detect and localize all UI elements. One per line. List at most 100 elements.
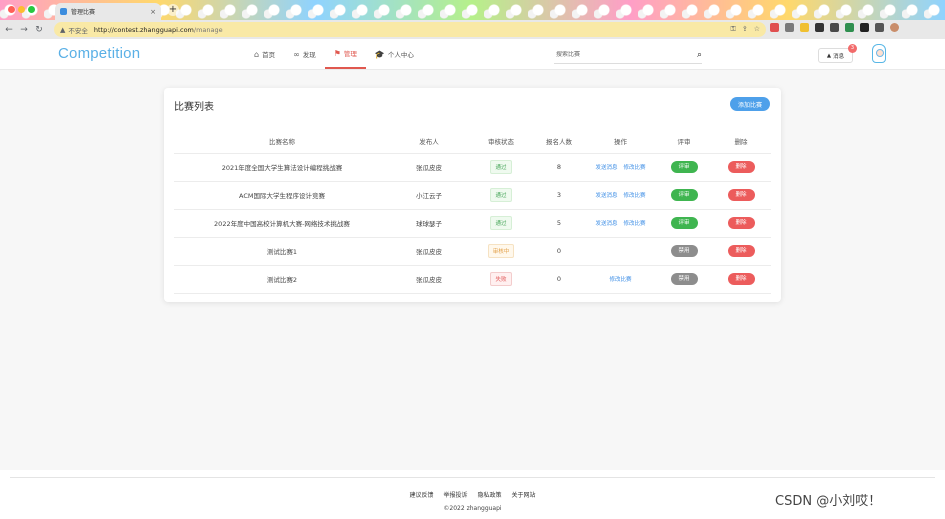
browser-tab-strip: 管理比赛 × + [0,0,945,20]
review-button[interactable]: 评审 [670,217,698,229]
delete-button[interactable]: 删除 [727,273,755,285]
competition-table: 比赛名称 发布人 审核状态 报名人数 操作 评审 删除 2021年度全国大学生算… [174,130,771,294]
status-badge: 失败 [490,272,512,286]
column-header: 评审 [657,130,711,154]
footer-link-report[interactable]: 举报投诉 [443,490,467,499]
edit-competition-link[interactable]: 修改比赛 [624,193,646,199]
nav-discover[interactable]: ∞ 发现 [284,39,325,69]
competition-name: 2021年度全国大学生算法设计编程挑战赛 [174,153,390,182]
edit-competition-link[interactable]: 修改比赛 [609,277,631,283]
user-avatar[interactable] [872,44,886,63]
footer-divider [10,477,935,478]
review-button[interactable]: 评审 [670,189,698,201]
publisher: 球球瑟子 [390,209,468,238]
minimize-window-button[interactable] [18,6,25,13]
send-message-link[interactable]: 发送消息 [595,193,617,199]
nav-label: 管理 [343,50,357,58]
signup-count: 8 [534,153,584,182]
edit-competition-link[interactable]: 修改比赛 [624,165,646,171]
main-nav: ⌂ 首页 ∞ 发现 ⚑ 管理 🎓 个人中心 [245,39,423,70]
publisher: 张瓜皮皮 [390,265,468,294]
extension-icon[interactable] [785,23,794,32]
tab-title: 管理比赛 [71,9,96,16]
flag-icon: ⚑ [333,48,341,58]
competition-list-card: 比赛列表 添加比赛 比赛名称 发布人 审核状态 报名人数 操作 评审 删除 20… [164,88,781,302]
signup-count: 0 [534,237,584,266]
bookmark-star-icon[interactable]: ☆ [754,25,760,34]
search-input[interactable] [554,51,684,58]
delete-button[interactable]: 删除 [727,245,755,257]
competition-name: 测试比赛1 [174,237,390,266]
nav-label: 首页 [262,51,276,59]
nav-label: 个人中心 [387,51,414,59]
site-logo[interactable]: Competition [58,45,140,62]
publisher: 小江云子 [390,181,468,210]
extension-icon[interactable] [770,23,779,32]
delete-button[interactable]: 删除 [727,189,755,201]
review-disabled-button[interactable]: 禁用 [670,245,698,257]
footer-link-about[interactable]: 关于网站 [512,490,536,499]
publisher: 张瓜皮皮 [390,153,468,182]
table-row: ACM国际大学生程序设计竞赛 小江云子 通过 3 发送消息 修改比赛 评审 删除 [174,181,771,210]
back-icon[interactable]: ← [3,24,15,36]
competition-name: ACM国际大学生程序设计竞赛 [174,181,390,210]
status-badge: 审核中 [487,244,515,258]
csdn-watermark: CSDN @小刘哎！ [775,494,882,509]
address-bar[interactable]: ▲ 不安全 http://contest.zhangguapi.com/mana… [54,22,766,37]
forward-icon[interactable]: → [18,24,30,36]
add-competition-button[interactable]: 添加比赛 [730,97,770,111]
competition-name: 测试比赛2 [174,265,390,294]
send-message-link[interactable]: 发送消息 [595,221,617,227]
close-window-button[interactable] [8,6,15,13]
nav-manage[interactable]: ⚑ 管理 [324,39,366,69]
column-header: 比赛名称 [174,130,390,154]
operations-cell [584,237,657,266]
review-button[interactable]: 评审 [670,161,698,173]
app-header [0,39,945,70]
column-header: 报名人数 [534,130,584,154]
footer-link-feedback[interactable]: 建议反馈 [409,490,433,499]
send-message-link[interactable]: 发送消息 [595,165,617,171]
url-path: /manage [193,25,223,34]
share-icon[interactable]: ⇪ [742,25,748,34]
discover-icon: ∞ [293,49,300,59]
key-icon[interactable]: ⚿ [731,25,736,34]
new-tab-button[interactable]: + [167,4,179,16]
reload-icon[interactable]: ↻ [33,24,45,36]
status-badge: 通过 [490,160,512,174]
column-header: 删除 [711,130,771,154]
signup-count: 5 [534,209,584,238]
insecure-label: 不安全 [68,26,88,35]
delete-button[interactable]: 删除 [727,217,755,229]
edit-competition-link[interactable]: 修改比赛 [624,221,646,227]
table-row: 测试比赛2 张瓜皮皮 失败 0 修改比赛 禁用 删除 [174,265,771,294]
extension-icon[interactable] [860,23,869,32]
extension-icon[interactable] [830,23,839,32]
publisher: 张瓜皮皮 [390,237,468,266]
extension-icon[interactable] [800,23,809,32]
card-title: 比赛列表 [174,102,214,113]
nav-profile[interactable]: 🎓 个人中心 [366,39,423,69]
extension-icon[interactable] [845,23,854,32]
search-icon[interactable]: ⌕ [697,50,702,60]
nav-home[interactable]: ⌂ 首页 [245,39,284,69]
review-disabled-button[interactable]: 禁用 [670,273,698,285]
column-header: 发布人 [390,130,468,154]
browser-tab-active[interactable]: 管理比赛 × [55,3,161,20]
zoom-window-button[interactable] [28,6,35,13]
profile-avatar-icon[interactable] [890,23,899,32]
delete-button[interactable]: 删除 [727,161,755,173]
url-host: http://contest.zhangguapi.com [93,25,194,34]
extensions-bar [770,23,899,32]
extension-icon[interactable] [815,23,824,32]
tab-close-button[interactable]: × [150,8,156,16]
warning-icon: ▲ [60,25,66,34]
message-label: 消息 [833,53,845,60]
column-header: 操作 [584,130,657,154]
nav-label: 发现 [302,51,316,59]
footer-link-privacy[interactable]: 隐私政策 [478,490,502,499]
competition-name: 2022年度中国高校计算机大赛-网络技术挑战赛 [174,209,390,238]
table-row: 测试比赛1 张瓜皮皮 审核中 0 禁用 删除 [174,237,771,266]
extension-icon[interactable] [875,23,884,32]
column-header: 审核状态 [468,130,534,154]
